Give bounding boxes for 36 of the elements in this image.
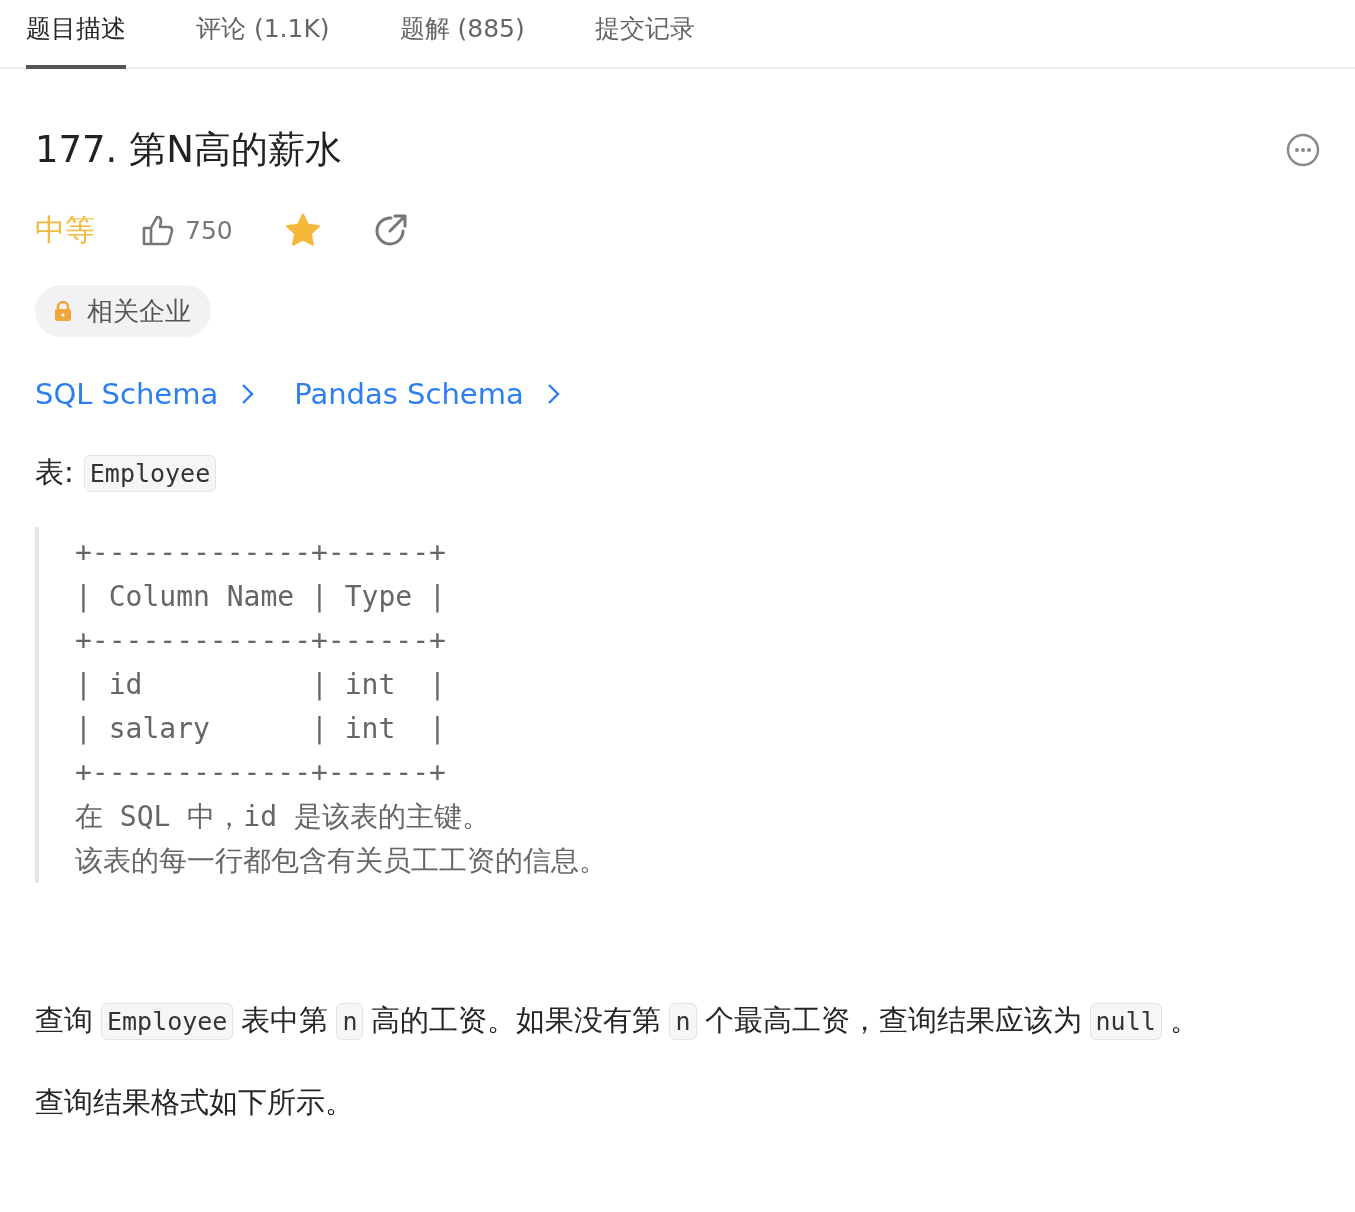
inline-code: n	[669, 1002, 697, 1040]
code-line: +-------------+------+	[75, 755, 447, 791]
code-line: +-------------+------+	[75, 623, 447, 659]
chevron-right-icon	[545, 382, 560, 406]
code-line: 该表的每一行都包含有关员工工资的信息。	[75, 843, 608, 879]
text-fragment: 查询	[35, 1002, 93, 1039]
problem-title: 177. 第N高的薪水	[35, 127, 342, 173]
more-icon[interactable]	[1286, 133, 1320, 167]
table-label: 表:	[35, 454, 74, 491]
tab[interactable]: 评论 (1.1K)	[196, 0, 330, 69]
inline-code: n	[336, 1002, 364, 1040]
inline-code: null	[1089, 1002, 1162, 1040]
text-fragment: 查询结果格式如下所示。	[35, 1084, 354, 1121]
difficulty-label: 中等	[35, 210, 95, 249]
inline-code: Employee	[83, 454, 217, 492]
code-line: 在 SQL 中，id 是该表的主键。	[75, 799, 491, 835]
text-fragment: 。	[1169, 1002, 1199, 1039]
code-line: +-------------+------+	[75, 535, 447, 571]
star-icon[interactable]	[284, 213, 321, 247]
inline-code: Employee	[101, 1002, 234, 1040]
code-line: | Column Name | Type |	[75, 579, 447, 615]
code-line: | id | int |	[75, 667, 447, 703]
thumbs-up-icon[interactable]	[141, 213, 175, 247]
tab[interactable]: 题解 (885)	[399, 0, 525, 69]
company-tag[interactable]: 相关企业	[35, 285, 211, 337]
schema-link[interactable]: SQL Schema	[35, 377, 255, 411]
chevron-right-icon	[240, 382, 255, 406]
text-fragment: 表中第	[241, 1002, 329, 1039]
text-fragment: 高的工资。如果没有第	[371, 1002, 662, 1039]
lock-icon	[53, 300, 73, 322]
like-count: 750	[185, 215, 233, 245]
text-fragment: 个最高工资，查询结果应该为	[704, 1002, 1082, 1039]
code-line: | salary | int |	[75, 711, 447, 747]
tab[interactable]: 题目描述	[26, 0, 126, 69]
tab[interactable]: 提交记录	[594, 0, 695, 69]
schema-link[interactable]: Pandas Schema	[294, 377, 560, 411]
